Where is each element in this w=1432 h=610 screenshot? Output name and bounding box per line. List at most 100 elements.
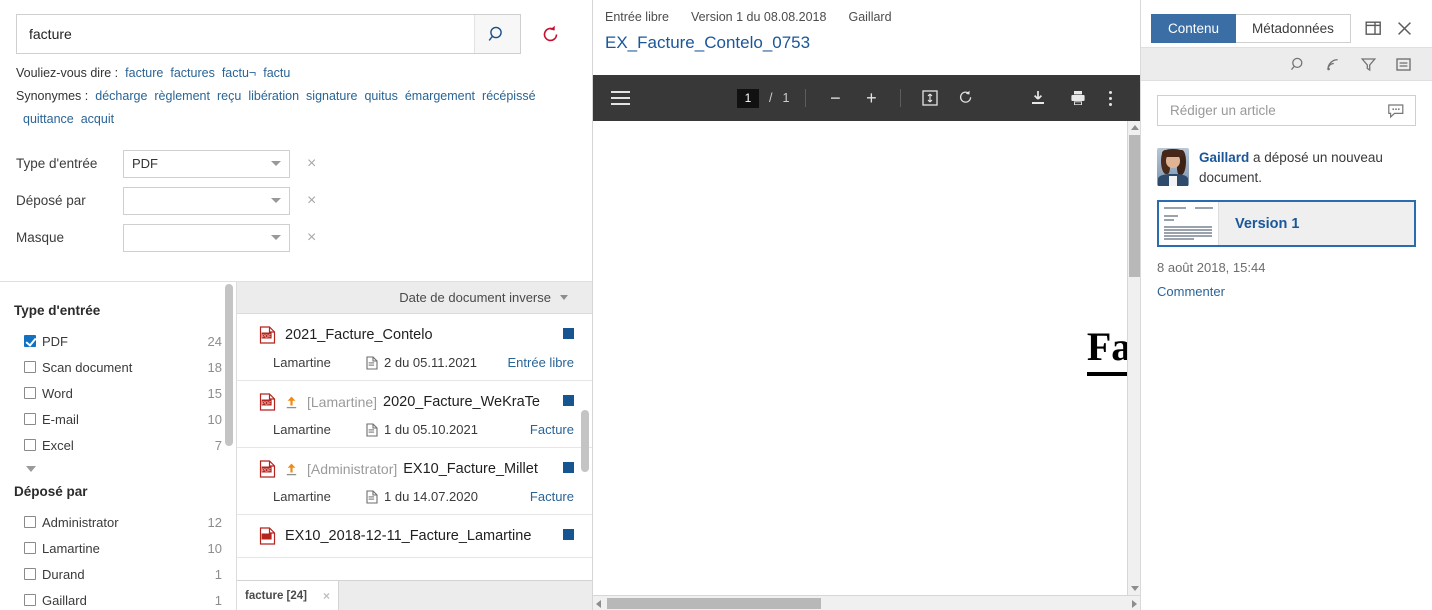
facet-item-lamartine[interactable]: Lamartine 10 [14, 535, 222, 561]
result-category[interactable]: Facture [530, 489, 574, 504]
did-you-mean-link[interactable]: factures [170, 66, 214, 80]
table-row[interactable]: PDF [Administrator] EX10_Facture_Millet [237, 448, 592, 515]
table-row[interactable]: PDF 2021_Facture_Contelo Lamartine 2 du … [237, 314, 592, 381]
table-row[interactable]: EX10_2018-12-11_Facture_Lamartine [237, 515, 592, 558]
synonym-link[interactable]: règlement [154, 89, 210, 103]
close-icon[interactable] [1396, 20, 1413, 37]
filter-select-depositor[interactable] [123, 186, 290, 215]
checkbox-icon[interactable] [24, 413, 36, 425]
did-you-mean-link[interactable]: facture [125, 66, 163, 80]
comment-icon[interactable] [1387, 102, 1405, 120]
reset-button[interactable] [537, 21, 563, 47]
result-scrollbar-thumb[interactable] [581, 410, 589, 472]
result-owner: Lamartine [273, 355, 331, 370]
sort-control[interactable]: Date de document inverse [237, 282, 592, 314]
result-category[interactable]: Entrée libre [508, 355, 574, 370]
zoom-in-button[interactable]: + [858, 85, 884, 111]
pdf-horizontal-scroll-thumb[interactable] [607, 598, 821, 609]
checkbox-icon[interactable] [24, 439, 36, 451]
fit-page-button[interactable] [917, 85, 943, 111]
synonym-link[interactable]: signature [306, 89, 357, 103]
result-version-text: 1 du 14.07.2020 [384, 489, 478, 504]
search-result-tab[interactable]: facture [24] × [237, 581, 339, 610]
synonym-link[interactable]: récépissé [482, 89, 536, 103]
facet-item-administrator[interactable]: Administrator 12 [14, 509, 222, 535]
version-card[interactable]: Version 1 [1157, 200, 1416, 247]
table-row[interactable]: PDF [Lamartine] 2020_Facture_WeKraTe Lam… [237, 381, 592, 448]
filter-select-mask[interactable] [123, 223, 290, 252]
filter-value-type: PDF [132, 156, 158, 171]
filter-clear-mask[interactable]: × [307, 229, 316, 246]
rotate-button[interactable] [953, 85, 979, 111]
synonym-link[interactable]: acquit [81, 112, 114, 126]
filter-icon[interactable] [1360, 56, 1377, 73]
close-icon[interactable]: × [323, 589, 330, 603]
facet-item-gaillard[interactable]: Gaillard 1 [14, 587, 222, 610]
tab-metadonnees[interactable]: Métadonnées [1236, 14, 1351, 43]
checkbox-icon[interactable] [24, 335, 36, 347]
synonym-link[interactable]: décharge [95, 89, 147, 103]
checkbox-icon[interactable] [24, 361, 36, 373]
search-box[interactable] [16, 14, 521, 54]
filter-clear-type[interactable]: × [307, 155, 316, 172]
info-panel-tabs: Contenu Métadonnées [1141, 0, 1432, 47]
pdf-vertical-scrollbar[interactable] [1127, 121, 1140, 595]
pdf-vertical-scroll-thumb[interactable] [1129, 135, 1140, 277]
facet-item-email[interactable]: E-mail 10 [14, 406, 222, 432]
facet-scrollbar-thumb[interactable] [225, 284, 233, 446]
list-view-icon[interactable] [1395, 56, 1412, 73]
zoom-out-button[interactable]: − [822, 85, 848, 111]
checkbox-icon[interactable] [24, 516, 36, 528]
filter-clear-depositor[interactable]: × [307, 192, 316, 209]
did-you-mean-link[interactable]: factu¬ [222, 66, 256, 80]
comment-link[interactable]: Commenter [1157, 284, 1416, 299]
facet-label: Excel [42, 437, 74, 453]
facet-item-excel[interactable]: Excel 7 [14, 432, 222, 458]
scroll-right-icon[interactable] [1132, 600, 1137, 608]
print-button[interactable] [1065, 85, 1091, 111]
search-icon[interactable] [1290, 56, 1307, 73]
search-button[interactable] [474, 15, 520, 53]
facet-item-durand[interactable]: Durand 1 [14, 561, 222, 587]
more-vertical-icon[interactable] [1105, 87, 1116, 110]
facet-count: 18 [207, 359, 222, 375]
tab-contenu[interactable]: Contenu [1151, 14, 1237, 43]
synonym-link[interactable]: quittance [23, 112, 74, 126]
facet-item-word[interactable]: Word 15 [14, 380, 222, 406]
facet-item-pdf[interactable]: PDF 24 [14, 328, 222, 354]
facet-label: Administrator [42, 514, 119, 530]
did-you-mean-label: Vouliez-vous dire : [16, 66, 119, 80]
scroll-down-icon[interactable] [1131, 586, 1139, 591]
compose-box[interactable] [1157, 95, 1416, 126]
rss-feed-icon[interactable] [1325, 56, 1342, 73]
synonym-link[interactable]: quitus [364, 89, 397, 103]
compose-input[interactable] [1168, 102, 1387, 119]
checkbox-icon[interactable] [24, 542, 36, 554]
scroll-up-icon[interactable] [1131, 125, 1139, 130]
checkbox-icon[interactable] [24, 568, 36, 580]
did-you-mean-line: Vouliez-vous dire : facture factures factu¬… [16, 62, 576, 85]
filter-select-type[interactable]: PDF [123, 149, 290, 178]
panel-layout-icon[interactable] [1365, 20, 1382, 37]
facet-item-scan-document[interactable]: Scan document 18 [14, 354, 222, 380]
pdf-horizontal-scrollbar[interactable] [593, 595, 1140, 610]
feed-author[interactable]: Gaillard [1199, 150, 1249, 165]
page-number-input[interactable]: 1 [737, 88, 759, 108]
did-you-mean-link[interactable]: factu [263, 66, 290, 80]
hamburger-icon[interactable] [607, 87, 634, 109]
checkbox-icon[interactable] [24, 387, 36, 399]
synonym-link[interactable]: émargement [405, 89, 475, 103]
synonym-link[interactable]: reçu [217, 89, 241, 103]
scroll-left-icon[interactable] [596, 600, 601, 608]
pdf-toolbar: 1 / 1 − + [593, 75, 1140, 121]
result-category[interactable]: Facture [530, 422, 574, 437]
version-label: Version 1 [1235, 215, 1300, 232]
search-input[interactable] [17, 15, 474, 53]
synonym-link[interactable]: libération [248, 89, 299, 103]
search-area [0, 0, 592, 54]
checkbox-icon[interactable] [24, 594, 36, 606]
facet-label: E-mail [42, 411, 79, 427]
download-button[interactable] [1025, 85, 1051, 111]
facet-count: 12 [207, 514, 222, 530]
facet-expand-button[interactable] [14, 460, 222, 475]
